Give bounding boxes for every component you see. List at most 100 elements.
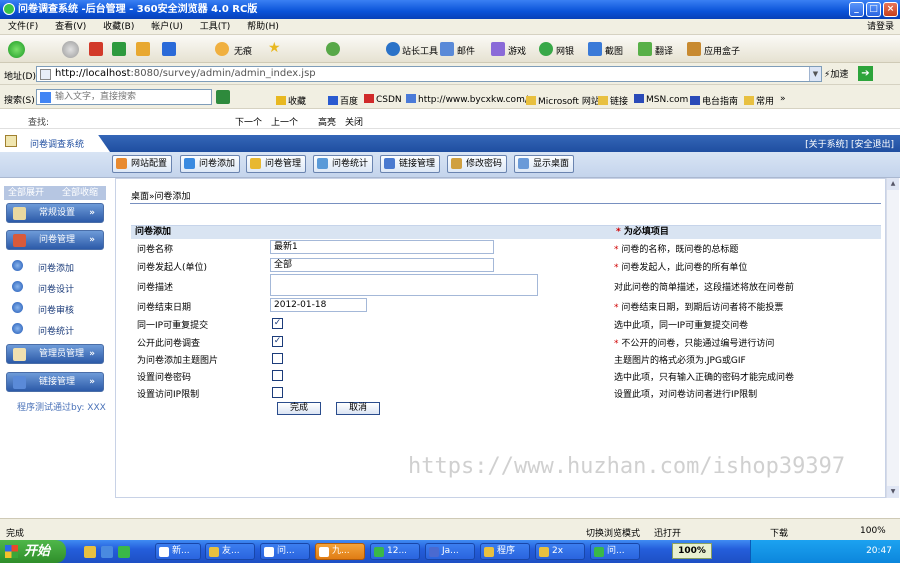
sidebar-group-survey[interactable]: 问卷管理» (6, 230, 104, 250)
taskbar-item[interactable]: Ja... (425, 543, 475, 560)
toolbar-tool-screenshot[interactable]: 截图 (605, 44, 623, 57)
theme-image-checkbox[interactable] (272, 353, 283, 364)
end-date-input[interactable]: 2012-01-18 (270, 298, 367, 312)
menu-file[interactable]: 文件(F) (8, 22, 38, 32)
ip-limit-checkbox[interactable] (272, 387, 283, 398)
taskbar-item-active[interactable]: 九... (315, 543, 365, 560)
sidebar-group-links[interactable]: 链接管理» (6, 372, 104, 392)
tab-link-manage[interactable]: 链接管理 (380, 155, 441, 173)
taskbar-item[interactable]: 新... (155, 543, 201, 560)
taskbar-item[interactable]: 12... (370, 543, 420, 560)
tab-change-password[interactable]: 修改密码 (447, 155, 508, 173)
tab-survey-stats[interactable]: 问卷统计 (313, 155, 374, 173)
toolbar-tool-mail[interactable]: 邮件 (457, 44, 475, 57)
clock[interactable]: 20:47 (866, 546, 892, 556)
sync-icon[interactable] (326, 42, 340, 56)
switch-mode-button[interactable]: 切换浏览模式 (586, 526, 640, 539)
tab-site-config[interactable]: 网站配置 (112, 155, 173, 173)
refresh-icon[interactable] (112, 42, 126, 56)
toolbar-tool-webmaster[interactable]: 站长工具 (402, 44, 438, 57)
find-close-button[interactable]: 关闭 (345, 115, 363, 128)
tab-survey-manage[interactable]: 问卷管理 (246, 155, 307, 173)
find-next-button[interactable]: 下一个 (235, 115, 262, 128)
collapse-all-button[interactable]: 全部收缩 (62, 186, 98, 200)
mail-icon[interactable] (440, 42, 454, 56)
taskbar-item[interactable]: 2x (535, 543, 585, 560)
close-window-button[interactable]: × (883, 2, 898, 17)
quicklaunch-icon[interactable] (101, 546, 113, 558)
fav-more-icon[interactable]: » (780, 94, 786, 104)
fav-csdn[interactable]: CSDN (364, 94, 402, 105)
submit-button[interactable]: 完成 (277, 402, 321, 415)
go-button[interactable]: ➔ (858, 66, 873, 81)
stop-icon[interactable] (89, 42, 103, 56)
fav-collect[interactable]: 收藏 (276, 94, 306, 107)
banking-icon[interactable] (539, 42, 553, 56)
fav-links[interactable]: 链接 (598, 94, 628, 107)
find-prev-button[interactable]: 上一个 (271, 115, 298, 128)
system-tray: 20:47 (750, 540, 900, 563)
public-checkbox[interactable]: ✓ (272, 336, 283, 347)
back-icon[interactable] (8, 41, 25, 58)
menu-account[interactable]: 帐户(U) (151, 22, 183, 32)
taskbar-item[interactable]: 友... (205, 543, 255, 560)
login-link[interactable]: 请登录 (867, 19, 894, 35)
search-engine-icon[interactable] (40, 92, 51, 103)
taskbar-item[interactable]: 程序 (480, 543, 530, 560)
sidebar-group-admin[interactable]: 管理员管理» (6, 344, 104, 364)
tab-survey-add[interactable]: 问卷添加 (180, 155, 241, 173)
taskbar-item[interactable]: 问... (590, 543, 640, 560)
minimize-button[interactable]: _ (849, 2, 864, 17)
search-go-icon[interactable] (216, 90, 230, 104)
tab-show-desktop[interactable]: 显示桌面 (514, 155, 575, 173)
taskbar-item[interactable]: 问... (260, 543, 310, 560)
find-highlight-button[interactable]: 高亮 (318, 115, 336, 128)
menu-tools[interactable]: 工具(T) (200, 22, 231, 32)
fav-baidu[interactable]: 百度 (328, 94, 358, 107)
incognito-icon[interactable] (215, 42, 229, 56)
expand-all-button[interactable]: 全部展开 (8, 186, 44, 200)
zoom-level[interactable]: 100% (860, 526, 886, 536)
address-input[interactable]: http://localhost:8080/survey/admin/admin… (36, 66, 822, 82)
toolbar-tool-games[interactable]: 游戏 (508, 44, 526, 57)
toolbar-tool-banking[interactable]: 网银 (556, 44, 574, 57)
app-box-icon[interactable] (687, 42, 701, 56)
home-icon[interactable] (136, 42, 150, 56)
download-button[interactable]: 下载 (770, 526, 788, 539)
maximize-button[interactable]: □ (866, 2, 881, 17)
forward-icon[interactable] (62, 41, 79, 58)
fav-radio[interactable]: 电台指南 (690, 94, 738, 107)
star-favorites-icon[interactable]: ★ (268, 40, 281, 56)
survey-desc-textarea[interactable] (270, 274, 538, 296)
survey-sponsor-input[interactable]: 全部 (270, 258, 494, 272)
fav-bycxkw[interactable]: http://www.bycxkw.com/ (406, 94, 528, 105)
fav-common[interactable]: 常用 (744, 94, 774, 107)
cancel-button[interactable]: 取消 (336, 402, 380, 415)
start-button[interactable]: 开始 (0, 540, 66, 563)
games-icon[interactable] (491, 42, 505, 56)
vertical-scrollbar[interactable]: ▲ ▼ (886, 178, 899, 498)
fav-microsoft[interactable]: Microsoft 网站 (526, 94, 600, 107)
menu-help[interactable]: 帮助(H) (247, 22, 279, 32)
quicklaunch-icon[interactable] (84, 546, 96, 558)
speed-button[interactable]: ⚡加速 (824, 67, 848, 80)
incognito-label[interactable]: 无痕 (234, 44, 252, 57)
quicklaunch-icon[interactable] (118, 546, 130, 558)
password-checkbox[interactable] (272, 370, 283, 381)
toolbar-tool-translate[interactable]: 翻译 (655, 44, 673, 57)
repeat-ip-checkbox[interactable]: ✓ (272, 318, 283, 329)
webmaster-tools-icon[interactable] (386, 42, 400, 56)
fav-msn[interactable]: MSN.com (634, 94, 688, 105)
screenshot-icon[interactable] (588, 42, 602, 56)
sidebar-group-common[interactable]: 常规设置» (6, 203, 104, 223)
undo-icon[interactable] (162, 42, 176, 56)
thunder-open-button[interactable]: 迅打开 (654, 526, 681, 539)
header-links[interactable]: [关于系统] [安全退出] (805, 137, 894, 150)
translate-icon[interactable] (638, 42, 652, 56)
address-dropdown-icon[interactable]: ▼ (809, 67, 821, 81)
menu-view[interactable]: 查看(V) (55, 22, 86, 32)
menu-favorites[interactable]: 收藏(B) (103, 22, 134, 32)
survey-name-input[interactable]: 最新1 (270, 240, 494, 254)
toolbar-tool-appbox[interactable]: 应用盒子 (704, 44, 740, 57)
search-input[interactable]: 输入文字，直接搜索 (36, 89, 212, 105)
